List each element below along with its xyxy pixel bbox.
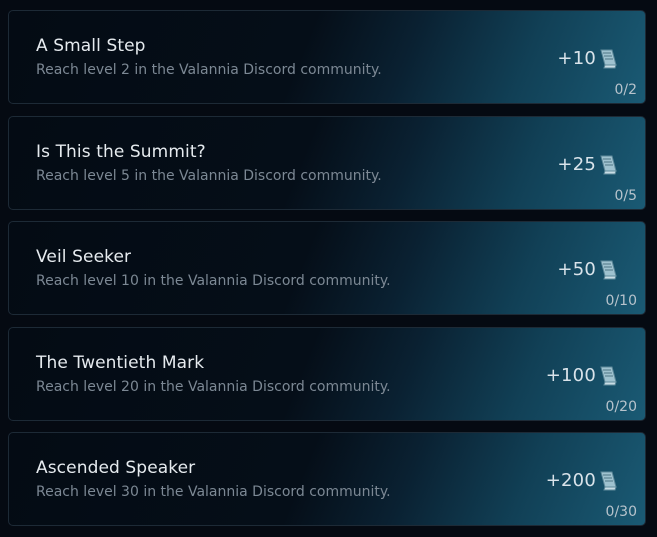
achievement-description: Reach level 30 in the Valannia Discord c… — [36, 484, 391, 500]
achievement-card[interactable]: Ascended Speaker Reach level 30 in the V… — [8, 432, 646, 526]
achievement-progress: 0/5 — [614, 188, 637, 204]
scroll-icon — [600, 366, 617, 386]
scroll-icon — [600, 471, 617, 491]
reward-amount: +100 — [545, 364, 596, 386]
reward-amount: +10 — [557, 47, 596, 69]
achievement-title: The Twentieth Mark — [36, 353, 205, 373]
scroll-icon — [600, 260, 617, 280]
reward-amount: +25 — [557, 153, 596, 175]
reward-amount: +200 — [545, 469, 596, 491]
achievement-title: Veil Seeker — [36, 247, 132, 267]
reward: +10 — [557, 47, 619, 69]
reward: +200 — [546, 469, 619, 491]
reward: +25 — [557, 153, 619, 175]
achievement-description: Reach level 10 in the Valannia Discord c… — [36, 273, 391, 289]
achievement-title: Ascended Speaker — [36, 458, 196, 478]
achievement-progress: 0/30 — [605, 504, 637, 520]
achievement-description: Reach level 2 in the Valannia Discord co… — [36, 62, 382, 78]
achievement-progress: 0/10 — [605, 293, 637, 309]
achievement-card[interactable]: Is This the Summit? Reach level 5 in the… — [8, 116, 646, 210]
achievement-card[interactable]: Veil Seeker Reach level 10 in the Valann… — [8, 221, 646, 315]
reward: +100 — [546, 364, 619, 386]
achievement-title: Is This the Summit? — [36, 142, 206, 162]
achievement-card[interactable]: The Twentieth Mark Reach level 20 in the… — [8, 327, 646, 421]
reward: +50 — [557, 258, 619, 280]
achievement-progress: 0/20 — [605, 399, 637, 415]
achievement-progress: 0/2 — [614, 82, 637, 98]
achievement-card[interactable]: A Small Step Reach level 2 in the Valann… — [8, 10, 646, 104]
scroll-icon — [600, 155, 617, 175]
achievement-description: Reach level 20 in the Valannia Discord c… — [36, 379, 391, 395]
achievement-description: Reach level 5 in the Valannia Discord co… — [36, 168, 382, 184]
reward-amount: +50 — [557, 258, 596, 280]
achievement-title: A Small Step — [36, 36, 146, 56]
achievement-list: A Small Step Reach level 2 in the Valann… — [0, 0, 657, 537]
scroll-icon — [600, 49, 617, 69]
